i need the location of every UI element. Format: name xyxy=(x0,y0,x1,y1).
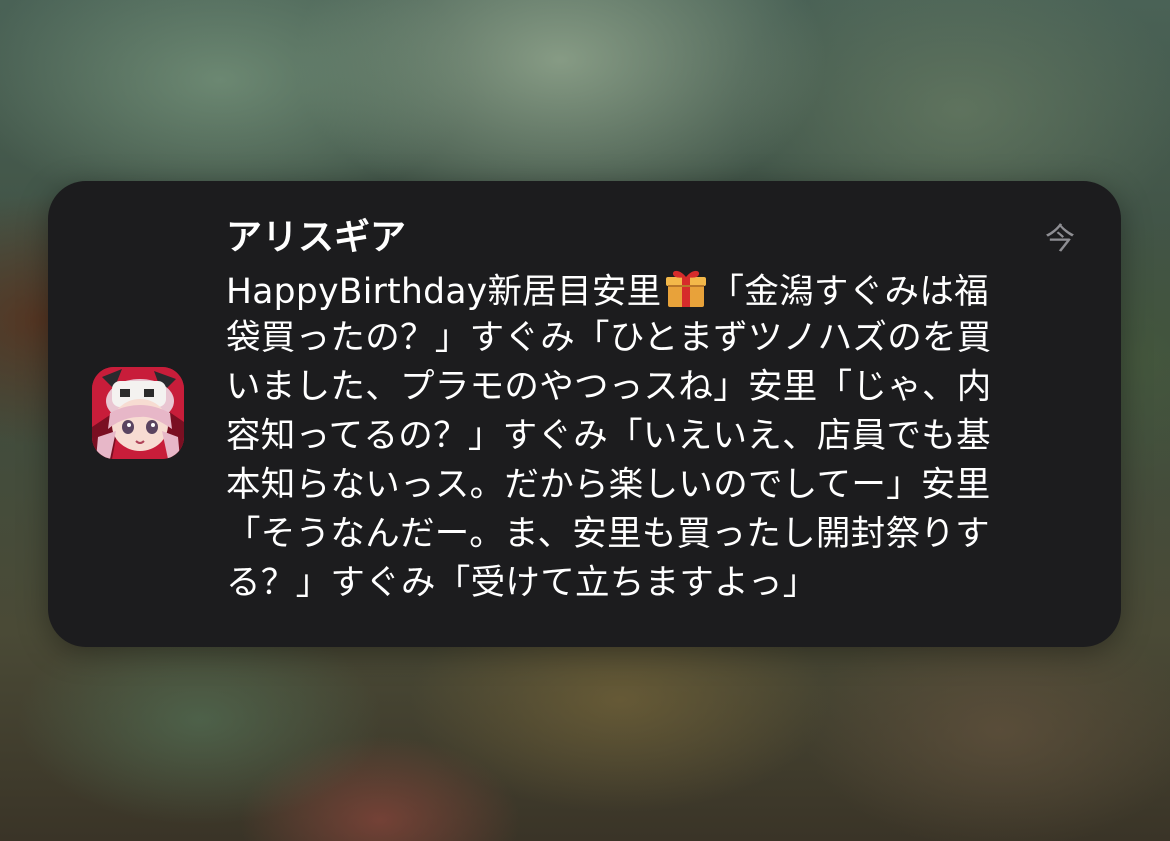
gift-emoji-icon xyxy=(664,265,708,309)
message-line: 本知らないっス。だから楽しいのでしてー」安里 xyxy=(226,465,991,505)
message-line: HappyBirthday新居目安里 「金潟すぐみは福 xyxy=(226,265,1074,314)
message-line: 容知ってるの？」すぐみ「いえいえ、店員でも基 xyxy=(226,416,991,456)
notification-banner[interactable]: アリスギア 今 HappyBirthday新居目安里 「金潟すぐみは福 袋買った… xyxy=(48,181,1121,647)
message-line: いました、プラモのやつっスね」安里「じゃ、内 xyxy=(226,367,992,407)
notification-timestamp: 今 xyxy=(1045,222,1075,257)
message-text: HappyBirthday新居目安里 xyxy=(226,272,662,312)
app-name: アリスギア xyxy=(226,217,407,258)
message-text: 「金潟すぐみは福 xyxy=(709,272,989,312)
message-line: 袋買ったの？」すぐみ「ひとまずツノハズのを買 xyxy=(226,318,992,358)
message-line: 「そうなんだー。ま、安里も買ったし開封祭りす xyxy=(226,514,990,554)
alicegear-app-icon xyxy=(92,367,184,459)
message-line: る？」すぐみ「受けて立ちますよっ」 xyxy=(226,563,818,603)
notification-message: HappyBirthday新居目安里 「金潟すぐみは福 袋買ったの？」すぐみ「ひ… xyxy=(226,265,1074,608)
